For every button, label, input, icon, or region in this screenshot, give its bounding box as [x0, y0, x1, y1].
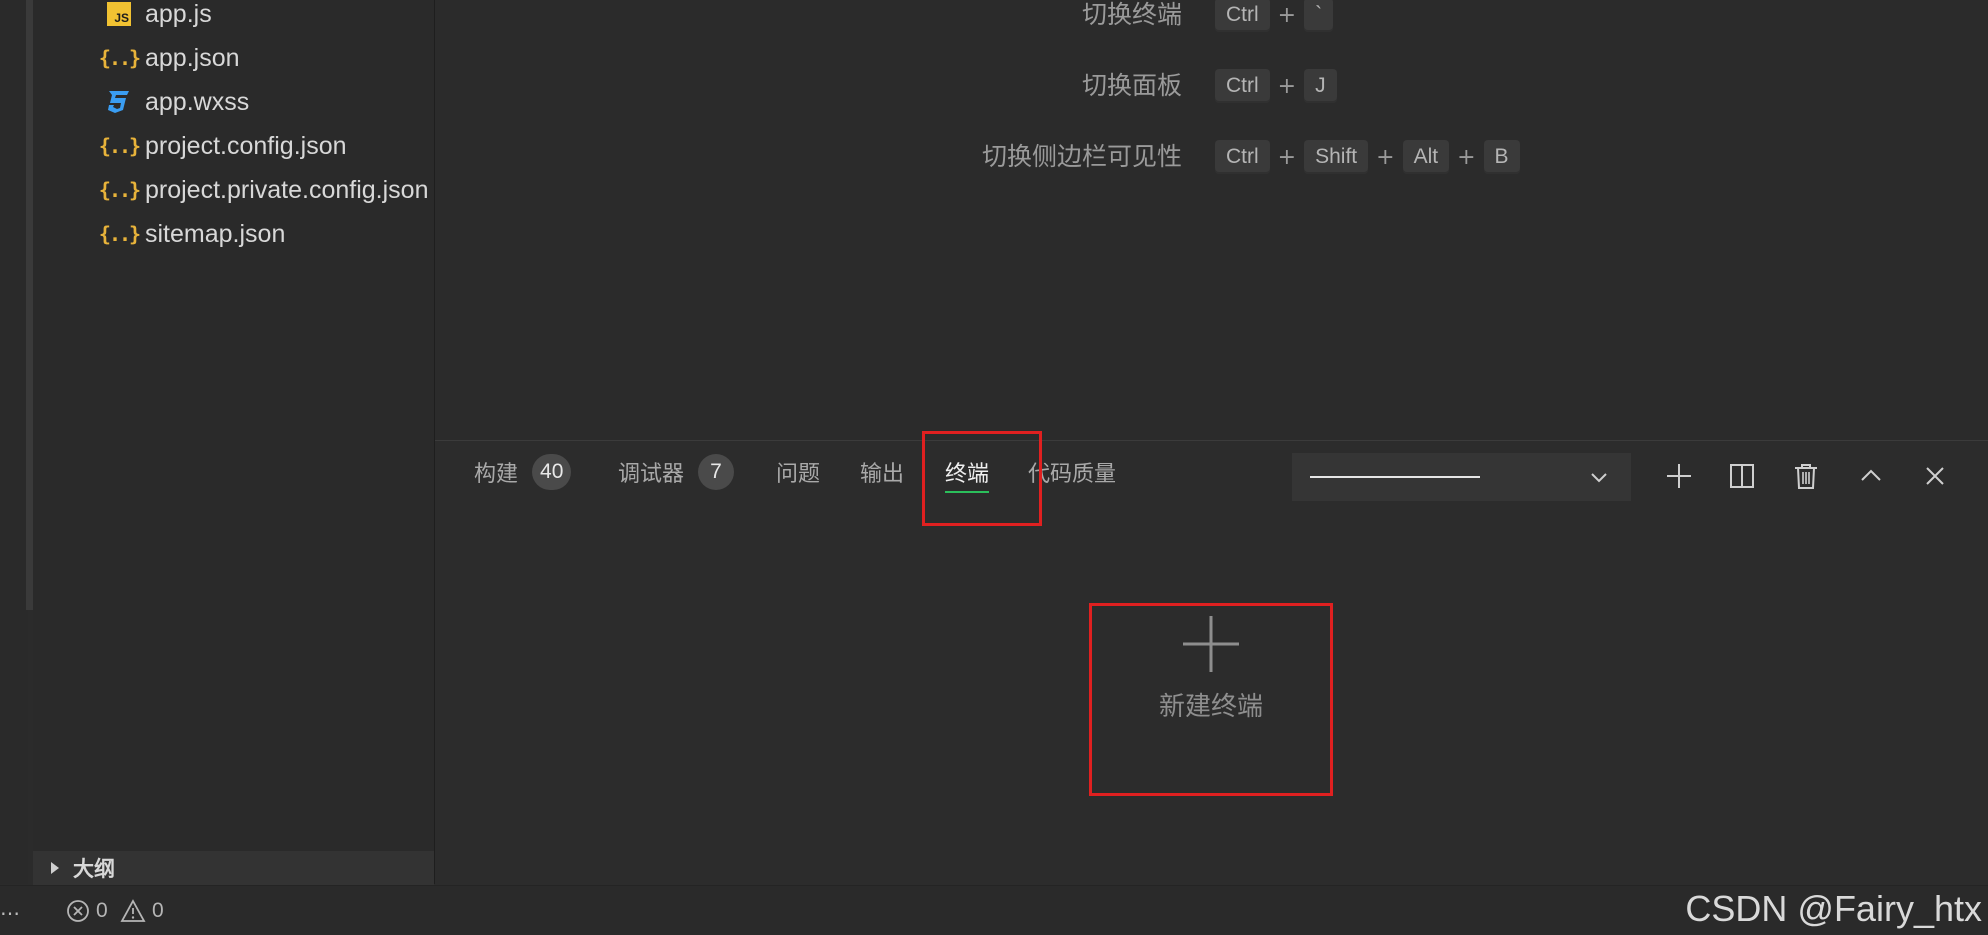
key-cap: Ctrl	[1215, 69, 1270, 103]
watermark: CSDN @Fairy_htx	[1685, 888, 1982, 929]
key-cap: Alt	[1402, 140, 1450, 174]
shortcut-row: 切换侧边栏可见性 Ctrl + Shift + Alt + B	[435, 139, 1988, 175]
key-cap: `	[1304, 0, 1334, 32]
key-cap: B	[1483, 140, 1520, 174]
bottom-panel: 构建 40 调试器 7 问题 输出 终端 代码质量 新建终端	[435, 431, 1988, 886]
tab-label: 终端	[945, 462, 990, 487]
file-name: project.private.config.json	[145, 175, 429, 204]
new-terminal-button[interactable]	[1659, 456, 1699, 496]
key-cap: Shift	[1304, 140, 1369, 174]
trash-icon	[1795, 464, 1817, 489]
file-name: sitemap.json	[145, 219, 286, 248]
key-plus: +	[1376, 144, 1395, 170]
file-item-app-wxss[interactable]: app.wxss	[103, 80, 249, 124]
json-file-icon: {..}	[98, 178, 141, 202]
json-file-icon: {..}	[98, 134, 141, 158]
file-name: app.json	[145, 43, 240, 72]
file-item-sitemap[interactable]: {..} sitemap.json	[98, 212, 286, 256]
key-plus: +	[1457, 144, 1476, 170]
build-count-badge: 40	[532, 454, 572, 490]
chevron-right-icon	[51, 862, 59, 874]
tab-debugger[interactable]: 调试器 7	[618, 441, 735, 503]
tab-label: 问题	[776, 462, 821, 487]
error-icon	[67, 900, 89, 922]
error-count: 0	[96, 899, 108, 922]
explorer-sidebar: JS app.js {..} app.json app.wxss {..} pr…	[33, 0, 435, 884]
shortcut-keys: Ctrl + Shift + Alt + B	[1215, 139, 1520, 175]
shortcut-label: 切换面板	[1081, 71, 1182, 100]
file-item-app-js[interactable]: JS app.js	[103, 0, 212, 36]
file-item-project-private-config[interactable]: {..} project.private.config.json	[98, 168, 429, 212]
status-bar: … 0 0 CSDN @Fairy_htx	[0, 885, 1988, 935]
file-item-app-json[interactable]: {..} app.json	[98, 36, 240, 80]
debugger-count-badge: 7	[698, 454, 735, 490]
new-terminal-placeholder-button[interactable]: 新建终端	[1091, 593, 1331, 743]
file-name: app.js	[145, 0, 212, 28]
key-cap: Ctrl	[1215, 140, 1270, 174]
shortcut-label: 切换终端	[1081, 0, 1182, 29]
active-tab-indicator	[945, 491, 990, 493]
tab-build[interactable]: 构建 40	[474, 441, 572, 503]
editor-welcome-area: 切换终端 Ctrl + ` 切换面板 Ctrl + J 切换侧边栏可见性 Ctr…	[435, 0, 1988, 440]
kill-terminal-button[interactable]	[1786, 456, 1826, 496]
file-name: project.config.json	[145, 131, 347, 160]
tab-label: 输出	[860, 462, 905, 487]
tab-label: 构建	[474, 462, 519, 487]
json-file-icon: {..}	[98, 222, 141, 246]
css-file-icon	[103, 86, 135, 118]
close-panel-button[interactable]	[1915, 456, 1955, 496]
key-plus: +	[1277, 144, 1297, 170]
errors-indicator[interactable]: 0	[66, 899, 108, 923]
key-cap: Ctrl	[1215, 0, 1270, 32]
key-plus: +	[1277, 73, 1297, 99]
activity-bar	[0, 0, 28, 884]
shortcut-row: 切换面板 Ctrl + J	[435, 68, 1988, 104]
shortcut-row: 切换终端 Ctrl + `	[435, 0, 1988, 33]
tab-terminal[interactable]: 终端	[945, 441, 990, 503]
key-plus: +	[1277, 2, 1297, 28]
key-cap: J	[1304, 69, 1337, 103]
ide-window: JS app.js {..} app.json app.wxss {..} pr…	[0, 0, 1988, 935]
terminal-select-dropdown[interactable]	[1292, 453, 1631, 501]
outline-label: 大纲	[73, 857, 115, 881]
new-terminal-label: 新建终端	[1158, 691, 1263, 722]
tab-label: 调试器	[618, 462, 685, 487]
maximize-panel-button[interactable]	[1851, 456, 1891, 496]
json-file-icon: {..}	[98, 46, 141, 70]
plus-icon	[1667, 464, 1691, 488]
split-terminal-button[interactable]	[1722, 456, 1762, 496]
shortcut-keys: Ctrl + J	[1215, 68, 1337, 104]
close-icon	[1926, 467, 1944, 485]
shortcut-keys: Ctrl + `	[1215, 0, 1334, 33]
split-icon	[1730, 464, 1754, 488]
warning-icon	[120, 899, 146, 922]
terminal-select-value	[1310, 476, 1480, 478]
plus-icon	[1183, 615, 1239, 672]
file-name: app.wxss	[145, 87, 250, 116]
sidebar-scrollbar[interactable]	[26, 0, 33, 610]
more-icon[interactable]: …	[0, 896, 21, 920]
tab-code-quality[interactable]: 代码质量	[1028, 441, 1116, 503]
tab-problems[interactable]: 问题	[776, 441, 820, 503]
shortcut-label: 切换侧边栏可见性	[981, 142, 1182, 171]
outline-section-header[interactable]: 大纲	[33, 851, 434, 885]
chevron-down-icon	[1591, 473, 1607, 483]
chevron-up-icon	[1861, 469, 1881, 481]
js-file-icon: JS	[103, 0, 135, 30]
tab-label: 代码质量	[1028, 462, 1117, 487]
file-item-project-config[interactable]: {..} project.config.json	[98, 124, 347, 168]
warning-count: 0	[152, 899, 164, 922]
warnings-indicator[interactable]: 0	[120, 899, 164, 923]
tab-output[interactable]: 输出	[860, 441, 904, 503]
